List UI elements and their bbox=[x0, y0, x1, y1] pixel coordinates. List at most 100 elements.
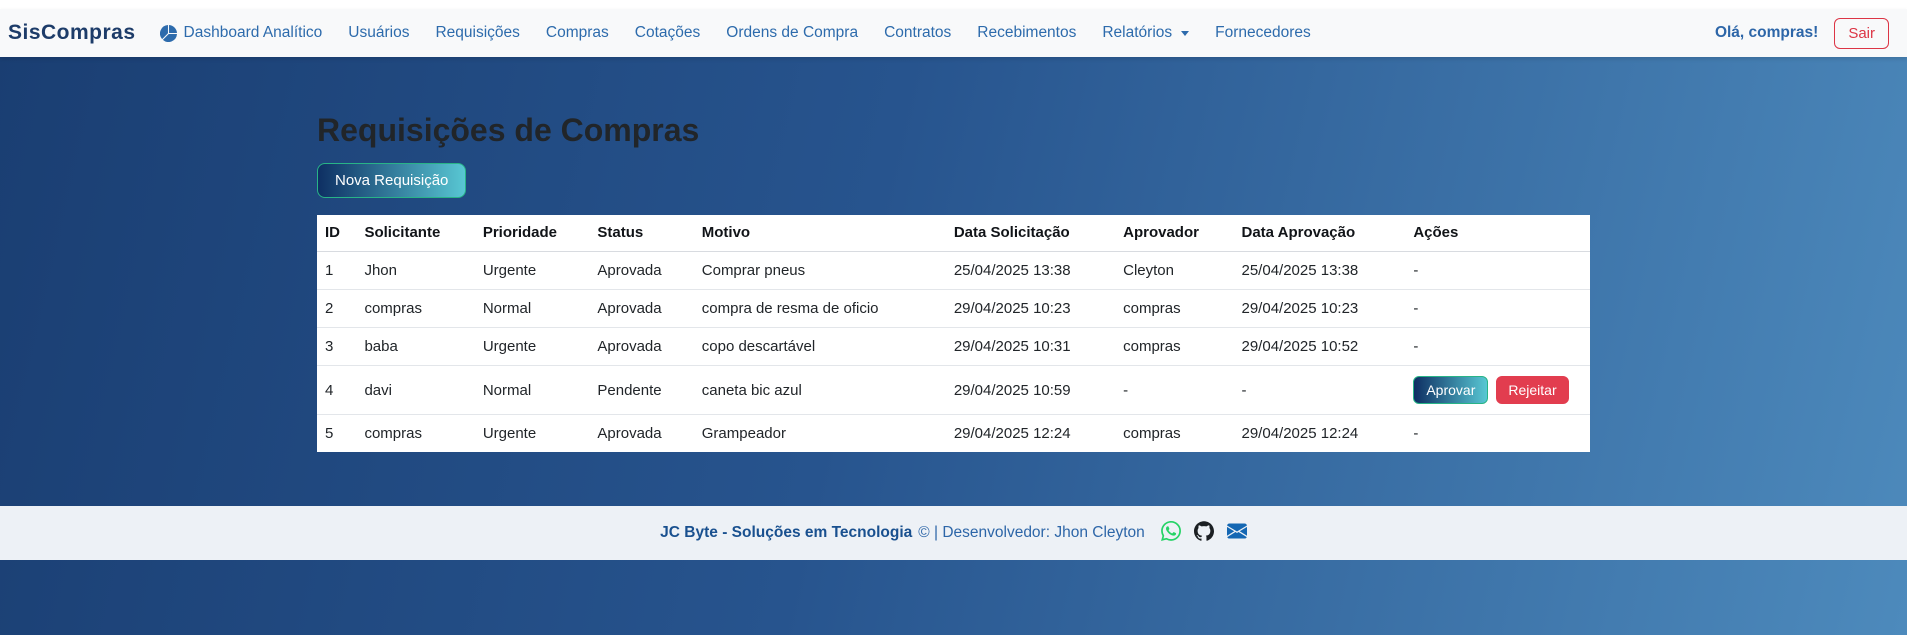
no-actions-dash: - bbox=[1413, 262, 1418, 279]
cell-status: Aprovada bbox=[589, 290, 693, 328]
cell-data-solicitacao: 29/04/2025 10:59 bbox=[946, 366, 1115, 415]
no-actions-dash: - bbox=[1413, 425, 1418, 442]
cell-aprovador: compras bbox=[1115, 290, 1233, 328]
nav-item-cotacoes[interactable]: Cotações bbox=[635, 24, 700, 42]
nav-item-dashboard-analitico[interactable]: Dashboard Analítico bbox=[160, 24, 323, 42]
github-link[interactable] bbox=[1194, 521, 1214, 546]
column-header-aprovador: Aprovador bbox=[1115, 215, 1233, 252]
cell-data-solicitacao: 29/04/2025 10:31 bbox=[946, 328, 1115, 366]
cell-aprovador: Cleyton bbox=[1115, 252, 1233, 290]
whatsapp-link[interactable] bbox=[1161, 521, 1181, 546]
cell-prioridade: Urgente bbox=[475, 252, 590, 290]
nav-item-usuarios[interactable]: Usuários bbox=[348, 24, 409, 42]
cell-solicitante: baba bbox=[356, 328, 474, 366]
cell-status: Aprovada bbox=[589, 252, 693, 290]
cell-motivo: Grampeador bbox=[694, 415, 946, 453]
cell-data-aprovacao: 25/04/2025 13:38 bbox=[1234, 252, 1406, 290]
nav-item-label: Compras bbox=[546, 24, 609, 42]
cell-acoes: - bbox=[1405, 415, 1590, 453]
cell-prioridade: Urgente bbox=[475, 415, 590, 453]
pie-chart-icon bbox=[160, 25, 177, 42]
cell-id: 4 bbox=[317, 366, 356, 415]
nav-item-requisicoes[interactable]: Requisições bbox=[435, 24, 519, 42]
column-header-status: Status bbox=[589, 215, 693, 252]
cell-id: 5 bbox=[317, 415, 356, 453]
cell-data-solicitacao: 29/04/2025 10:23 bbox=[946, 290, 1115, 328]
table-row: 3 baba Urgente Aprovada copo descartável… bbox=[317, 328, 1590, 366]
column-header-motivo: Motivo bbox=[694, 215, 946, 252]
logout-button[interactable]: Sair bbox=[1834, 18, 1889, 49]
bottom-strip bbox=[0, 560, 1907, 635]
nav-item-label: Cotações bbox=[635, 24, 700, 42]
cell-status: Aprovada bbox=[589, 415, 693, 453]
cell-solicitante: davi bbox=[356, 366, 474, 415]
nav-item-compras[interactable]: Compras bbox=[546, 24, 609, 42]
nav-item-relatorios[interactable]: Relatórios bbox=[1102, 24, 1189, 42]
navbar: SisCompras Dashboard Analítico Usuários … bbox=[0, 9, 1907, 57]
mail-link[interactable] bbox=[1227, 521, 1247, 546]
cell-solicitante: compras bbox=[356, 290, 474, 328]
footer-dev-text: © | Desenvolvedor: Jhon Cleyton bbox=[918, 524, 1145, 542]
cell-status: Aprovada bbox=[589, 328, 693, 366]
nav-item-recebimentos[interactable]: Recebimentos bbox=[977, 24, 1076, 42]
cell-solicitante: compras bbox=[356, 415, 474, 453]
reject-button[interactable]: Rejeitar bbox=[1496, 376, 1568, 404]
table-row: 5 compras Urgente Aprovada Grampeador 29… bbox=[317, 415, 1590, 453]
cell-aprovador: compras bbox=[1115, 328, 1233, 366]
nav-item-label: Ordens de Compra bbox=[726, 24, 858, 42]
whatsapp-icon bbox=[1161, 521, 1181, 546]
cell-data-aprovacao: 29/04/2025 10:23 bbox=[1234, 290, 1406, 328]
requisitions-tbody: 1 Jhon Urgente Aprovada Comprar pneus 25… bbox=[317, 252, 1590, 453]
nav-item-label: Contratos bbox=[884, 24, 951, 42]
cell-aprovador: - bbox=[1115, 366, 1233, 415]
column-header-id: ID bbox=[317, 215, 356, 252]
nav-links: Dashboard Analítico Usuários Requisições… bbox=[160, 24, 1311, 42]
requisitions-table: ID Solicitante Prioridade Status Motivo … bbox=[317, 215, 1590, 452]
cell-data-solicitacao: 25/04/2025 13:38 bbox=[946, 252, 1115, 290]
cell-acoes: - bbox=[1405, 290, 1590, 328]
actions-group: Aprovar Rejeitar bbox=[1413, 376, 1568, 404]
cell-data-aprovacao: - bbox=[1234, 366, 1406, 415]
cell-data-aprovacao: 29/04/2025 10:52 bbox=[1234, 328, 1406, 366]
nav-item-label: Usuários bbox=[348, 24, 409, 42]
github-icon bbox=[1194, 521, 1214, 546]
cell-motivo: copo descartável bbox=[694, 328, 946, 366]
nav-item-label: Dashboard Analítico bbox=[184, 24, 323, 42]
table-row: 4 davi Normal Pendente caneta bic azul 2… bbox=[317, 366, 1590, 415]
footer-icons bbox=[1161, 521, 1247, 546]
nav-item-label: Fornecedores bbox=[1215, 24, 1311, 42]
no-actions-dash: - bbox=[1413, 338, 1418, 355]
cell-id: 2 bbox=[317, 290, 356, 328]
nav-item-ordens-de-compra[interactable]: Ordens de Compra bbox=[726, 24, 858, 42]
nav-item-fornecedores[interactable]: Fornecedores bbox=[1215, 24, 1311, 42]
table-row: 2 compras Normal Aprovada compra de resm… bbox=[317, 290, 1590, 328]
nav-item-label: Relatórios bbox=[1102, 24, 1172, 42]
column-header-solicitante: Solicitante bbox=[356, 215, 474, 252]
column-header-prioridade: Prioridade bbox=[475, 215, 590, 252]
table-row: 1 Jhon Urgente Aprovada Comprar pneus 25… bbox=[317, 252, 1590, 290]
caret-down-icon bbox=[1181, 31, 1189, 36]
new-requisition-button[interactable]: Nova Requisição bbox=[317, 163, 466, 198]
nav-item-label: Requisições bbox=[435, 24, 519, 42]
cell-motivo: compra de resma de oficio bbox=[694, 290, 946, 328]
footer: JC Byte - Soluções em Tecnologia © | Des… bbox=[0, 506, 1907, 560]
cell-motivo: caneta bic azul bbox=[694, 366, 946, 415]
footer-brand-text: JC Byte - Soluções em Tecnologia bbox=[660, 524, 912, 542]
nav-item-label: Recebimentos bbox=[977, 24, 1076, 42]
column-header-data-solicitacao: Data Solicitação bbox=[946, 215, 1115, 252]
no-actions-dash: - bbox=[1413, 300, 1418, 317]
page-title: Requisições de Compras bbox=[317, 112, 1590, 149]
cell-data-aprovacao: 29/04/2025 12:24 bbox=[1234, 415, 1406, 453]
user-greeting: Olá, compras! bbox=[1715, 24, 1818, 42]
cell-aprovador: compras bbox=[1115, 415, 1233, 453]
cell-solicitante: Jhon bbox=[356, 252, 474, 290]
cell-acoes: Aprovar Rejeitar bbox=[1405, 366, 1590, 415]
browser-top-strip bbox=[0, 0, 1907, 9]
approve-button[interactable]: Aprovar bbox=[1413, 376, 1488, 404]
mail-icon bbox=[1227, 521, 1247, 546]
brand-link[interactable]: SisCompras bbox=[8, 21, 136, 45]
cell-prioridade: Urgente bbox=[475, 328, 590, 366]
cell-prioridade: Normal bbox=[475, 290, 590, 328]
cell-acoes: - bbox=[1405, 252, 1590, 290]
nav-item-contratos[interactable]: Contratos bbox=[884, 24, 951, 42]
